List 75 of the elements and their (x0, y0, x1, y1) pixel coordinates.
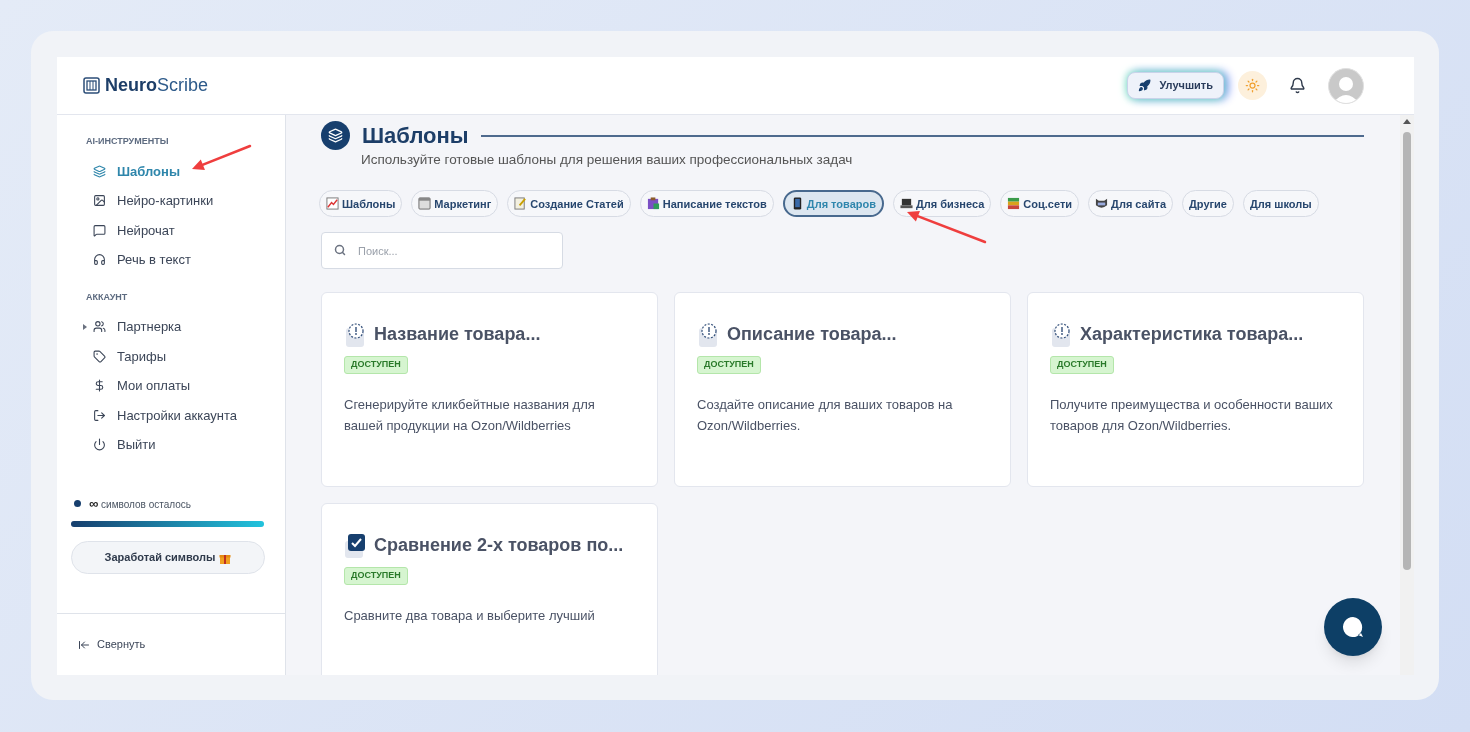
card-description: Получите преимущества и особенности ваших товаров для Ozon/Wildberries. (1050, 396, 1334, 436)
nav-item[interactable]: Мои оплаты (71, 371, 271, 401)
memo-icon (514, 197, 528, 211)
collapse-sidebar-button[interactable]: Свернуть (78, 636, 146, 653)
filter-chip[interactable]: Для бизнеса (893, 190, 992, 218)
card-description: Сравните два товара и выберите лучший (344, 607, 596, 626)
filter-chip[interactable]: Маркетинг (411, 190, 499, 218)
nav-item[interactable]: Нейро-картинки (71, 186, 271, 216)
nav-item[interactable]: Тарифы (71, 341, 271, 371)
scrollbar[interactable] (1400, 115, 1414, 675)
sun-icon (1245, 78, 1260, 93)
mask-icon (1095, 197, 1109, 211)
rocket-icon (1138, 79, 1152, 92)
card-title: Характеристика товара... (1080, 323, 1304, 347)
page-subtitle: Используйте готовые шаблоны для решения ваших профессиональных задач (360, 151, 854, 169)
chart-icon (326, 197, 339, 211)
symbols-remaining: ∞ символов осталось (89, 494, 191, 513)
collapse-icon (78, 638, 90, 651)
logo-icon (83, 77, 100, 94)
search-field[interactable]: Поиск... (321, 232, 563, 270)
availability-badge: ДОСТУПЕН (1050, 356, 1114, 374)
calendar-icon (418, 197, 432, 211)
card-description: Сгенерируйте кликбейтные названия для вашей продукции на Ozon/Wildberries (344, 396, 596, 436)
laptop-icon (900, 197, 913, 211)
notification-bell-icon[interactable] (1289, 77, 1306, 94)
title-badge-icon (321, 121, 350, 150)
layers-icon (93, 164, 106, 178)
tag-icon (93, 349, 106, 363)
card-description: Создайте описание для ваших товаров на Ozon/Wildberries. (697, 396, 954, 436)
template-card[interactable]: Описание товара... ДОСТУПЕН Создайте описание для ваших товаров на Ozon/Wildberries. (674, 292, 1011, 488)
filter-chip[interactable]: Шаблоны (319, 190, 403, 218)
search-icon (334, 244, 346, 257)
checkbox-icon (344, 533, 368, 560)
speech-bubble-icon (1342, 616, 1364, 638)
nav-item[interactable]: Настройки аккаунта (71, 400, 271, 430)
power-icon (93, 438, 106, 452)
nav-item[interactable]: Партнерка (71, 312, 271, 342)
image-icon (93, 194, 106, 208)
books-icon (1007, 197, 1021, 211)
brand-name: NeuroScribe (105, 74, 209, 97)
filter-chip[interactable]: Создание Статей (507, 190, 631, 218)
nav-item[interactable]: Шаблоны (71, 156, 271, 186)
users-icon (93, 320, 106, 334)
availability-badge: ДОСТУПЕН (344, 567, 408, 585)
page-title: Шаблоны (362, 122, 469, 150)
section-heading: AI-ИНСТРУМЕНТЫ (85, 135, 170, 148)
section-heading: АККАУНТ (85, 290, 129, 304)
dollar-icon (93, 379, 106, 393)
filter-chip[interactable]: Соц.сети (1000, 190, 1080, 218)
headphones-icon (93, 253, 106, 267)
template-card[interactable]: Характеристика товара... ДОСТУПЕН Получите преимущества и особенности ваших товаров для Ozon/Wildberries. (1027, 292, 1364, 488)
filter-chip[interactable]: Для школы (1243, 190, 1319, 218)
filter-chip[interactable]: Написание текстов (639, 190, 774, 218)
scrollbar-thumb[interactable] (1403, 132, 1411, 570)
filter-chip[interactable]: Другие (1182, 190, 1234, 218)
nav-item[interactable]: Речь в текст (71, 245, 271, 275)
earn-symbols-button[interactable]: Заработай символы (71, 541, 265, 574)
card-title: Сравнение 2-х товаров по... (374, 534, 624, 558)
chat-icon (93, 223, 106, 237)
card-title: Описание товара... (727, 323, 897, 347)
annotation-arrow (192, 144, 252, 170)
logout-icon (93, 408, 106, 422)
filter-chip[interactable]: Для сайта (1088, 190, 1173, 218)
nav-item[interactable]: Выйти (71, 430, 271, 460)
template-card[interactable]: Название товара... ДОСТУПЕН Сгенерируйте кликбейтные названия для вашей продукции на Ozon/Wildberries (321, 292, 658, 488)
template-card[interactable]: Сравнение 2-х товаров по... ДОСТУПЕН Сравните два товара и выберите лучший (321, 503, 658, 675)
card-title: Название товара... (374, 323, 541, 347)
expand-caret-icon[interactable] (83, 323, 87, 330)
user-avatar[interactable] (1328, 67, 1364, 104)
availability-badge: ДОСТУПЕН (344, 356, 408, 374)
availability-badge: ДОСТУПЕН (697, 356, 761, 374)
clipboard-icon (646, 197, 660, 211)
upgrade-button[interactable]: Улучшить (1127, 72, 1224, 99)
nav-item[interactable]: Нейрочат (71, 215, 271, 245)
theme-toggle[interactable] (1238, 71, 1267, 100)
